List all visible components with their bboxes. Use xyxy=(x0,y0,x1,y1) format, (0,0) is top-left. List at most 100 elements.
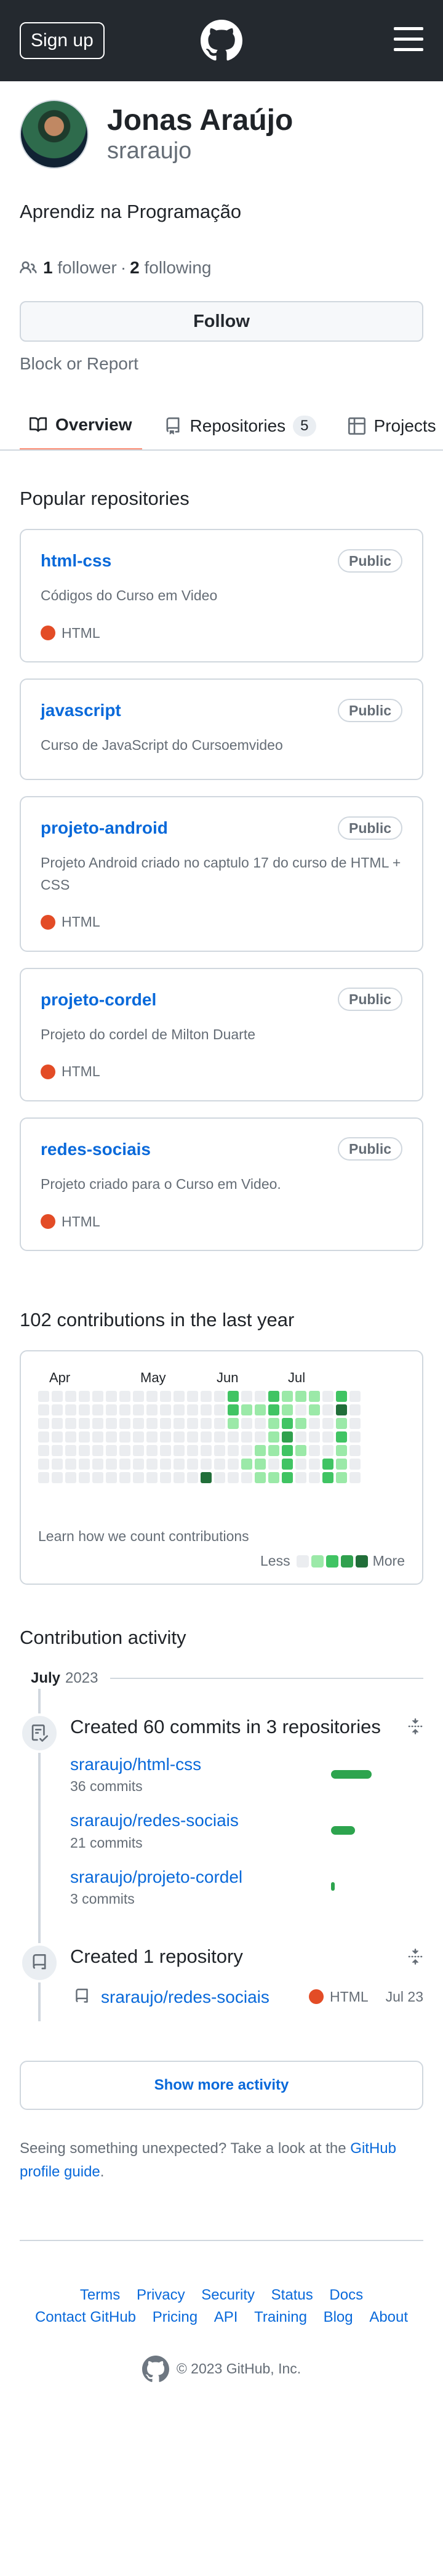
contribution-day-cell[interactable] xyxy=(241,1459,252,1470)
contribution-day-cell[interactable] xyxy=(65,1391,76,1403)
contribution-day-cell[interactable] xyxy=(349,1459,361,1470)
contribution-day-cell[interactable] xyxy=(174,1459,185,1470)
contribution-day-cell[interactable] xyxy=(336,1472,347,1484)
contribution-day-cell[interactable] xyxy=(214,1404,225,1416)
footer-link-blog[interactable]: Blog xyxy=(324,2309,353,2325)
contribution-day-cell[interactable] xyxy=(228,1391,239,1403)
tab-projects[interactable]: Projects xyxy=(338,401,443,449)
contribution-day-cell[interactable] xyxy=(38,1459,49,1470)
contribution-day-cell[interactable] xyxy=(201,1445,212,1457)
contribution-day-cell[interactable] xyxy=(119,1404,130,1416)
contribution-day-cell[interactable] xyxy=(133,1472,144,1484)
contribution-day-cell[interactable] xyxy=(146,1472,158,1484)
contribution-day-cell[interactable] xyxy=(309,1418,320,1430)
contribution-day-cell[interactable] xyxy=(295,1459,306,1470)
contribution-day-cell[interactable] xyxy=(336,1418,347,1430)
contribution-day-cell[interactable] xyxy=(65,1404,76,1416)
contribution-day-cell[interactable] xyxy=(160,1445,171,1457)
commit-repo-link[interactable]: sraraujo/projeto-cordel xyxy=(70,1867,242,1886)
fold-icon[interactable] xyxy=(407,1718,423,1735)
contribution-day-cell[interactable] xyxy=(268,1431,279,1443)
contribution-day-cell[interactable] xyxy=(228,1404,239,1416)
contribution-day-cell[interactable] xyxy=(187,1472,198,1484)
footer-link-security[interactable]: Security xyxy=(201,2287,255,2303)
contribution-day-cell[interactable] xyxy=(187,1418,198,1430)
block-report-link[interactable]: Block or Report xyxy=(20,352,423,376)
contribution-day-cell[interactable] xyxy=(255,1404,266,1416)
contribution-day-cell[interactable] xyxy=(322,1391,333,1403)
github-logo-icon[interactable] xyxy=(201,20,242,62)
contribution-day-cell[interactable] xyxy=(201,1418,212,1430)
contribution-day-cell[interactable] xyxy=(349,1431,361,1443)
contribution-day-cell[interactable] xyxy=(255,1431,266,1443)
follow-button[interactable]: Follow xyxy=(20,300,423,342)
contribution-day-cell[interactable] xyxy=(38,1391,49,1403)
contribution-day-cell[interactable] xyxy=(309,1472,320,1484)
contribution-day-cell[interactable] xyxy=(92,1445,103,1457)
contribution-day-cell[interactable] xyxy=(241,1431,252,1443)
footer-link-api[interactable]: API xyxy=(214,2309,238,2325)
contribution-day-cell[interactable] xyxy=(268,1418,279,1430)
contribution-day-cell[interactable] xyxy=(282,1459,293,1470)
contribution-day-cell[interactable] xyxy=(119,1431,130,1443)
repo-link[interactable]: redes-sociais xyxy=(41,1137,151,1161)
contribution-day-cell[interactable] xyxy=(65,1418,76,1430)
contribution-day-cell[interactable] xyxy=(241,1472,252,1484)
contribution-day-cell[interactable] xyxy=(228,1418,239,1430)
contribution-day-cell[interactable] xyxy=(133,1445,144,1457)
contribution-day-cell[interactable] xyxy=(255,1418,266,1430)
contribution-day-cell[interactable] xyxy=(79,1418,90,1430)
contribution-day-cell[interactable] xyxy=(214,1431,225,1443)
contribution-day-cell[interactable] xyxy=(336,1404,347,1416)
contribution-day-cell[interactable] xyxy=(349,1445,361,1457)
commit-repo-link[interactable]: sraraujo/redes-sociais xyxy=(70,1811,239,1830)
contribution-day-cell[interactable] xyxy=(106,1459,117,1470)
contribution-day-cell[interactable] xyxy=(119,1391,130,1403)
tab-repositories[interactable]: Repositories 5 xyxy=(154,401,326,449)
contribution-day-cell[interactable] xyxy=(255,1459,266,1470)
footer-link-privacy[interactable]: Privacy xyxy=(137,2287,185,2303)
contribution-day-cell[interactable] xyxy=(201,1404,212,1416)
contribution-day-cell[interactable] xyxy=(79,1404,90,1416)
contribution-day-cell[interactable] xyxy=(52,1391,63,1403)
contribution-day-cell[interactable] xyxy=(214,1391,225,1403)
contribution-day-cell[interactable] xyxy=(349,1418,361,1430)
contribution-day-cell[interactable] xyxy=(92,1391,103,1403)
contribution-day-cell[interactable] xyxy=(79,1391,90,1403)
contribution-day-cell[interactable] xyxy=(119,1459,130,1470)
hamburger-menu-icon[interactable] xyxy=(394,27,423,52)
contribution-day-cell[interactable] xyxy=(146,1445,158,1457)
contribution-day-cell[interactable] xyxy=(295,1404,306,1416)
contribution-day-cell[interactable] xyxy=(79,1472,90,1484)
contribution-day-cell[interactable] xyxy=(241,1404,252,1416)
contribution-day-cell[interactable] xyxy=(187,1431,198,1443)
contribution-day-cell[interactable] xyxy=(268,1404,279,1416)
contribution-day-cell[interactable] xyxy=(133,1431,144,1443)
contribution-day-cell[interactable] xyxy=(214,1445,225,1457)
contribution-day-cell[interactable] xyxy=(52,1459,63,1470)
footer-link-training[interactable]: Training xyxy=(254,2309,307,2325)
footer-link-pricing[interactable]: Pricing xyxy=(153,2309,198,2325)
contribution-day-cell[interactable] xyxy=(282,1472,293,1484)
contribution-day-cell[interactable] xyxy=(268,1472,279,1484)
contribution-day-cell[interactable] xyxy=(160,1404,171,1416)
contribution-day-cell[interactable] xyxy=(228,1459,239,1470)
contribution-day-cell[interactable] xyxy=(336,1431,347,1443)
contribution-day-cell[interactable] xyxy=(268,1459,279,1470)
contribution-day-cell[interactable] xyxy=(52,1472,63,1484)
contribution-day-cell[interactable] xyxy=(322,1431,333,1443)
contribution-day-cell[interactable] xyxy=(309,1459,320,1470)
contribution-day-cell[interactable] xyxy=(201,1431,212,1443)
contribution-day-cell[interactable] xyxy=(201,1459,212,1470)
contribution-day-cell[interactable] xyxy=(119,1418,130,1430)
contribution-day-cell[interactable] xyxy=(92,1418,103,1430)
footer-link-contact[interactable]: Contact GitHub xyxy=(35,2309,136,2325)
contribution-day-cell[interactable] xyxy=(309,1391,320,1403)
contribution-day-cell[interactable] xyxy=(133,1418,144,1430)
contribution-day-cell[interactable] xyxy=(160,1391,171,1403)
contribution-day-cell[interactable] xyxy=(322,1418,333,1430)
contribution-day-cell[interactable] xyxy=(106,1431,117,1443)
contribution-day-cell[interactable] xyxy=(92,1404,103,1416)
contribution-day-cell[interactable] xyxy=(268,1391,279,1403)
footer-link-about[interactable]: About xyxy=(369,2309,408,2325)
